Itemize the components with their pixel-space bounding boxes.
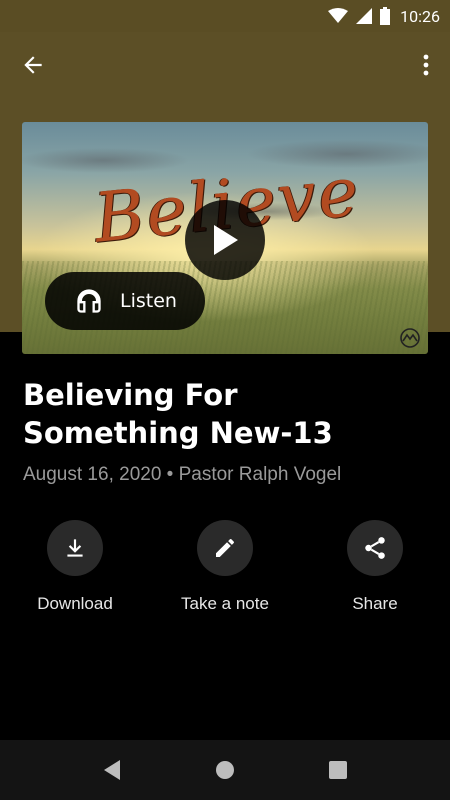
- sermon-title: Believing For Something New-13: [23, 378, 333, 450]
- system-nav-bar: [0, 740, 450, 800]
- arrow-back-icon: [24, 56, 42, 74]
- status-time: 10:26: [400, 6, 440, 26]
- nav-home-button[interactable]: [213, 758, 237, 782]
- status-bar: 10:26: [0, 0, 450, 32]
- back-button[interactable]: [20, 52, 52, 84]
- download-circle: [47, 520, 103, 576]
- pencil-icon: [216, 538, 235, 557]
- share-icon: [365, 537, 385, 559]
- listen-button[interactable]: Listen: [45, 272, 205, 330]
- church-logo-icon: [398, 328, 422, 348]
- take-note-button[interactable]: Take a note: [165, 520, 285, 614]
- download-button[interactable]: Download: [15, 520, 135, 614]
- more-vert-icon: [423, 54, 429, 76]
- share-label: Share: [352, 594, 398, 613]
- download-icon: [67, 539, 83, 557]
- battery-icon: [380, 7, 391, 25]
- play-button[interactable]: [185, 200, 265, 280]
- share-button[interactable]: Share: [315, 520, 435, 614]
- nav-home-icon: [216, 761, 234, 779]
- headphones-icon: [74, 287, 104, 315]
- download-label: Download: [37, 594, 113, 613]
- more-options-button[interactable]: [416, 52, 436, 84]
- take-note-label: Take a note: [181, 594, 269, 613]
- sermon-meta: August 16, 2020 • Pastor Ralph Vogel: [23, 464, 342, 485]
- share-circle: [347, 520, 403, 576]
- play-icon: [214, 225, 238, 255]
- cell-signal-icon: [356, 8, 373, 24]
- nav-back-button[interactable]: [100, 758, 124, 782]
- take-note-circle: [197, 520, 253, 576]
- listen-label: Listen: [120, 290, 177, 312]
- wifi-icon: [328, 8, 349, 24]
- nav-back-icon: [104, 760, 120, 780]
- nav-recents-icon: [329, 761, 347, 779]
- nav-recents-button[interactable]: [326, 758, 350, 782]
